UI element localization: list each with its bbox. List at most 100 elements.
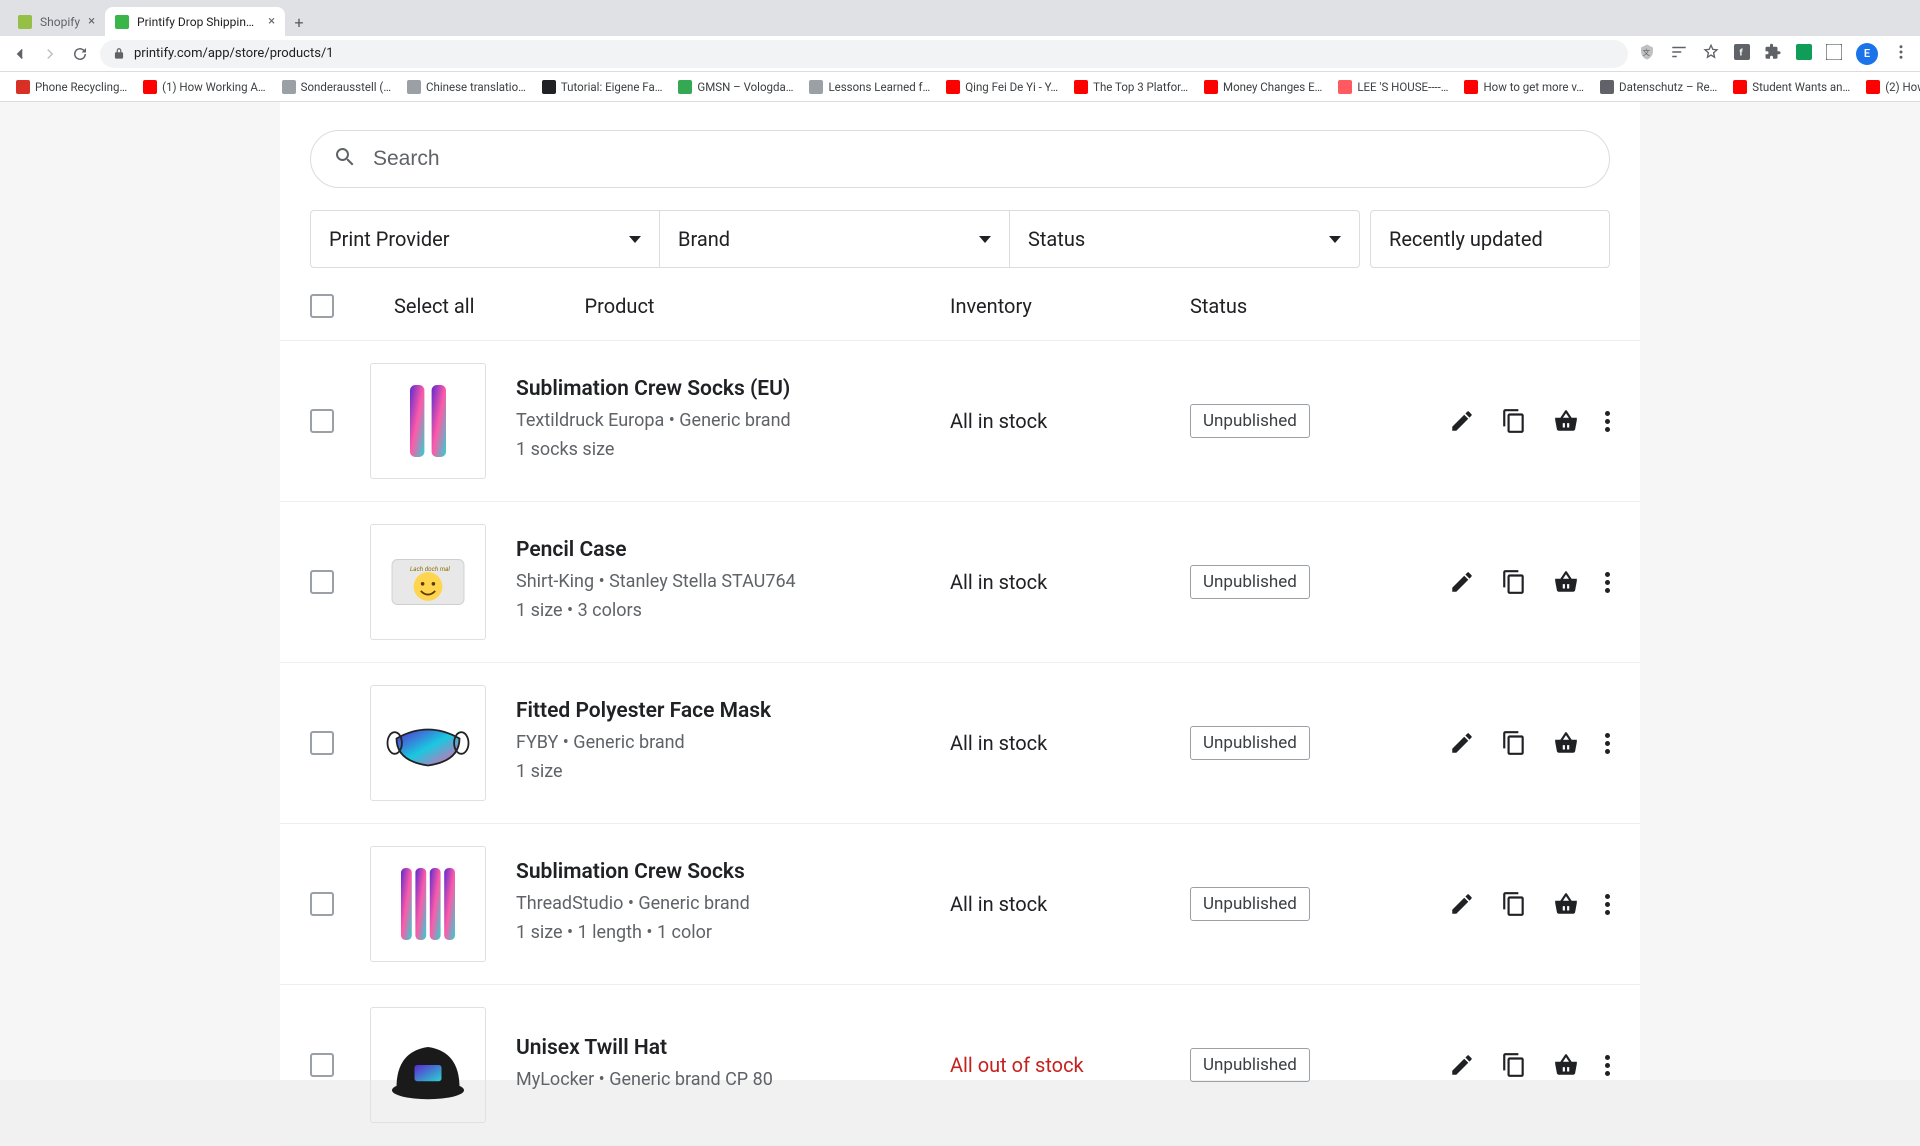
product-search-box[interactable]: [310, 130, 1610, 188]
row-actions: [1390, 730, 1610, 756]
filter-label: Print Provider: [329, 227, 449, 251]
row-checkbox[interactable]: [310, 1053, 334, 1077]
basket-icon[interactable]: [1553, 408, 1579, 434]
basket-icon[interactable]: [1553, 569, 1579, 595]
more-icon[interactable]: [1605, 1055, 1610, 1076]
edit-icon[interactable]: [1449, 408, 1475, 434]
row-checkbox[interactable]: [310, 731, 334, 755]
inventory-text: All in stock: [950, 409, 1190, 433]
bookmark-item[interactable]: How to get more v…: [1458, 76, 1590, 98]
favicon: [143, 80, 157, 94]
sort-dropdown[interactable]: Recently updated: [1370, 210, 1610, 268]
product-meta: Shirt-King • Stanley Stella STAU764: [516, 568, 950, 597]
facebook-ext-icon[interactable]: f: [1734, 44, 1750, 64]
chrome-menu-icon[interactable]: [1892, 43, 1910, 65]
product-row: Sublimation Crew Socks (EU) Textildruck …: [280, 341, 1640, 502]
bookmark-item[interactable]: Tutorial: Eigene Fa…: [536, 76, 669, 98]
basket-icon[interactable]: [1553, 1052, 1579, 1078]
product-title[interactable]: Unisex Twill Hat: [516, 1036, 950, 1060]
filter-status[interactable]: Status: [1010, 210, 1360, 268]
edit-icon[interactable]: [1449, 569, 1475, 595]
row-checkbox[interactable]: [310, 409, 334, 433]
bookmark-item[interactable]: Sonderausstell (…: [276, 76, 397, 98]
copy-icon[interactable]: [1501, 408, 1527, 434]
copy-icon[interactable]: [1501, 569, 1527, 595]
product-title[interactable]: Fitted Polyester Face Mask: [516, 699, 950, 723]
bookmark-item[interactable]: GMSN – Vologda…: [672, 76, 799, 98]
filter-print-provider[interactable]: Print Provider: [310, 210, 660, 268]
favicon: [282, 80, 296, 94]
more-icon[interactable]: [1605, 411, 1610, 432]
row-checkbox[interactable]: [310, 892, 334, 916]
lock-icon: [112, 47, 126, 61]
ext-green-icon[interactable]: [1796, 44, 1812, 64]
extensions-icon[interactable]: [1764, 43, 1782, 65]
status-badge: Unpublished: [1190, 404, 1310, 438]
bookmark-item[interactable]: The Top 3 Platfor…: [1068, 76, 1194, 98]
address-bar[interactable]: printify.com/app/store/products/1: [100, 40, 1628, 68]
more-icon[interactable]: [1605, 894, 1610, 915]
filter-brand[interactable]: Brand: [660, 210, 1010, 268]
bookmark-item[interactable]: Money Changes E…: [1198, 76, 1328, 98]
favicon: [1866, 80, 1880, 94]
tune-icon[interactable]: [1670, 43, 1688, 65]
bookmark-item[interactable]: Lessons Learned f…: [803, 76, 936, 98]
reload-button[interactable]: [70, 44, 90, 64]
product-meta: FYBY • Generic brand: [516, 729, 950, 758]
close-icon[interactable]: ×: [268, 14, 275, 29]
bookmark-item[interactable]: (1) How Working A…: [137, 76, 271, 98]
bookmark-item[interactable]: Chinese translatio…: [401, 76, 532, 98]
back-button[interactable]: [10, 44, 30, 64]
product-thumbnail[interactable]: [370, 846, 486, 962]
favicon: [1600, 80, 1614, 94]
status-badge: Unpublished: [1190, 726, 1310, 760]
bookmark-label: Phone Recycling…: [35, 80, 127, 94]
copy-icon[interactable]: [1501, 1052, 1527, 1078]
product-row: Sublimation Crew Socks ThreadStudio • Ge…: [280, 824, 1640, 985]
product-thumbnail[interactable]: [370, 1007, 486, 1123]
copy-icon[interactable]: [1501, 730, 1527, 756]
product-thumbnail[interactable]: [370, 363, 486, 479]
product-title[interactable]: Sublimation Crew Socks: [516, 860, 950, 884]
translate-icon[interactable]: 文: [1638, 43, 1656, 65]
product-variants: 1 size • 3 colors: [516, 597, 950, 626]
select-all-checkbox[interactable]: [310, 294, 334, 318]
product-title[interactable]: Pencil Case: [516, 538, 950, 562]
caret-down-icon: [629, 236, 641, 243]
close-icon[interactable]: ×: [88, 14, 95, 29]
star-icon[interactable]: [1702, 43, 1720, 65]
bookmark-label: Datenschutz – Re…: [1619, 80, 1717, 94]
bookmark-label: Student Wants an…: [1752, 80, 1850, 94]
edit-icon[interactable]: [1449, 891, 1475, 917]
browser-tab-strip: Shopify × Printify Drop Shipping Print o…: [0, 0, 1920, 36]
bookmarks-bar: Phone Recycling… (1) How Working A…Sonder…: [0, 72, 1920, 102]
product-title[interactable]: Sublimation Crew Socks (EU): [516, 377, 950, 401]
edit-icon[interactable]: [1449, 1052, 1475, 1078]
product-variants: 1 size: [516, 758, 950, 787]
forward-button[interactable]: [40, 44, 60, 64]
more-icon[interactable]: [1605, 733, 1610, 754]
basket-icon[interactable]: [1553, 891, 1579, 917]
product-thumbnail[interactable]: Lach doch mal: [370, 524, 486, 640]
bookmark-item[interactable]: LEE 'S HOUSE----…: [1332, 76, 1454, 98]
product-thumbnail[interactable]: [370, 685, 486, 801]
bookmark-item[interactable]: Student Wants an…: [1727, 76, 1856, 98]
more-icon[interactable]: [1605, 572, 1610, 593]
search-input[interactable]: [373, 147, 1587, 171]
row-checkbox[interactable]: [310, 570, 334, 594]
ext-square-icon[interactable]: [1826, 44, 1842, 64]
new-tab-button[interactable]: +: [285, 8, 313, 36]
browser-tab[interactable]: Shopify ×: [8, 7, 105, 36]
edit-icon[interactable]: [1449, 730, 1475, 756]
profile-avatar[interactable]: E: [1856, 43, 1878, 65]
table-header: Select all Product Inventory Status: [280, 268, 1640, 341]
basket-icon[interactable]: [1553, 730, 1579, 756]
favicon: [542, 80, 556, 94]
bookmark-item[interactable]: Qing Fei De Yi - Y…: [940, 76, 1064, 98]
product-meta: ThreadStudio • Generic brand: [516, 890, 950, 919]
browser-tab[interactable]: Printify Drop Shipping Print on… ×: [105, 7, 285, 36]
bookmark-item[interactable]: Datenschutz – Re…: [1594, 76, 1723, 98]
bookmark-item[interactable]: (2) How To Add A…: [1860, 76, 1920, 98]
bookmark-item[interactable]: Phone Recycling…: [10, 76, 133, 98]
copy-icon[interactable]: [1501, 891, 1527, 917]
